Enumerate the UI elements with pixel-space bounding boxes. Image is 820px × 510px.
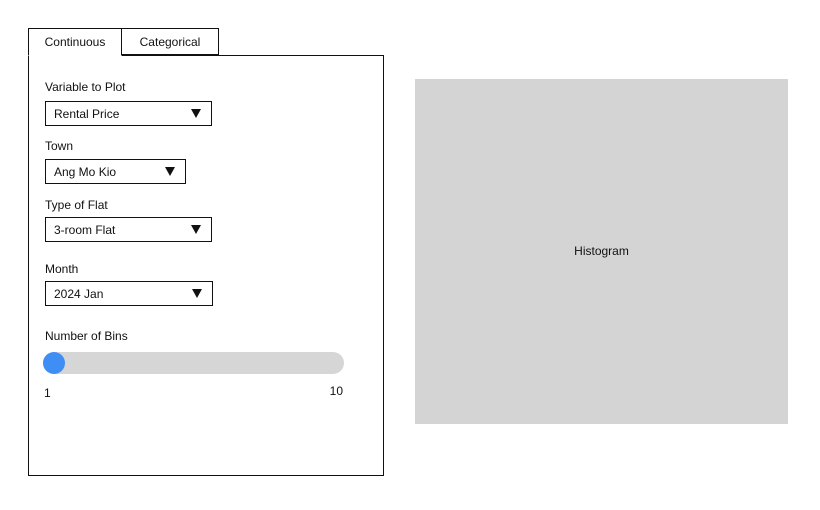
bins-min-label: 1 <box>44 386 51 400</box>
histogram-label: Histogram <box>574 243 629 258</box>
bins-max-label: 10 <box>329 384 343 398</box>
month-select[interactable]: 2024 Jan <box>45 281 213 306</box>
month-label: Month <box>45 262 79 276</box>
flat-type-label: Type of Flat <box>45 198 108 212</box>
caret-down-icon <box>192 289 202 298</box>
variable-value: Rental Price <box>54 106 120 121</box>
tab-bar: Continuous Categorical <box>28 28 219 56</box>
flat-type-value: 3-room Flat <box>54 222 116 237</box>
variable-select[interactable]: Rental Price <box>45 101 212 126</box>
bins-label: Number of Bins <box>45 329 128 343</box>
tab-continuous[interactable]: Continuous <box>28 28 122 56</box>
variable-label: Variable to Plot <box>45 80 126 94</box>
bins-slider-thumb[interactable] <box>43 352 65 374</box>
bins-slider[interactable] <box>43 352 344 374</box>
month-value: 2024 Jan <box>54 286 104 301</box>
town-label: Town <box>45 139 74 153</box>
caret-down-icon <box>165 167 175 176</box>
caret-down-icon <box>191 225 201 234</box>
controls-panel: Variable to Plot Rental Price Town Ang M… <box>28 55 384 476</box>
town-select[interactable]: Ang Mo Kio <box>45 159 186 184</box>
town-value: Ang Mo Kio <box>54 164 117 179</box>
caret-down-icon <box>191 109 201 118</box>
flat-type-select[interactable]: 3-room Flat <box>45 217 212 242</box>
histogram-placeholder: Histogram <box>415 79 788 424</box>
tab-categorical[interactable]: Categorical <box>122 28 219 55</box>
